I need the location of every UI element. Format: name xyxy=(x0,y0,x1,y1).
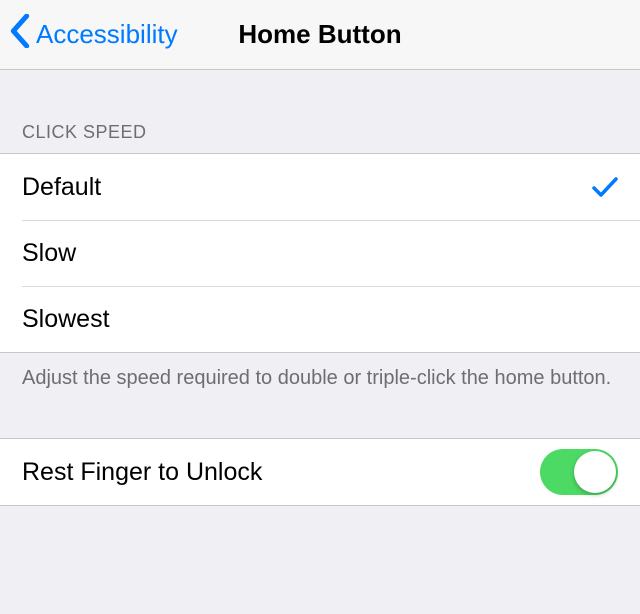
checkmark-icon xyxy=(592,176,618,198)
section-footer-click-speed: Adjust the speed required to double or t… xyxy=(0,353,640,410)
click-speed-group: Default Slow Slowest xyxy=(0,153,640,353)
option-label: Default xyxy=(22,173,101,202)
rest-finger-label: Rest Finger to Unlock xyxy=(22,458,262,487)
rest-finger-row[interactable]: Rest Finger to Unlock xyxy=(0,439,640,505)
rest-finger-toggle[interactable] xyxy=(540,449,618,495)
chevron-left-icon xyxy=(10,14,36,55)
rest-finger-group: Rest Finger to Unlock xyxy=(0,438,640,506)
click-speed-option-slowest[interactable]: Slowest xyxy=(0,286,640,352)
section-header-click-speed: Click Speed xyxy=(0,70,640,153)
option-label: Slow xyxy=(22,239,76,268)
spacer xyxy=(0,410,640,438)
click-speed-option-default[interactable]: Default xyxy=(0,154,640,220)
back-button[interactable]: Accessibility xyxy=(0,14,178,55)
settings-screen: Accessibility Home Button Click Speed De… xyxy=(0,0,640,614)
navbar: Accessibility Home Button xyxy=(0,0,640,70)
option-label: Slowest xyxy=(22,305,110,334)
toggle-knob xyxy=(574,451,616,493)
click-speed-option-slow[interactable]: Slow xyxy=(0,220,640,286)
back-label: Accessibility xyxy=(36,19,178,50)
